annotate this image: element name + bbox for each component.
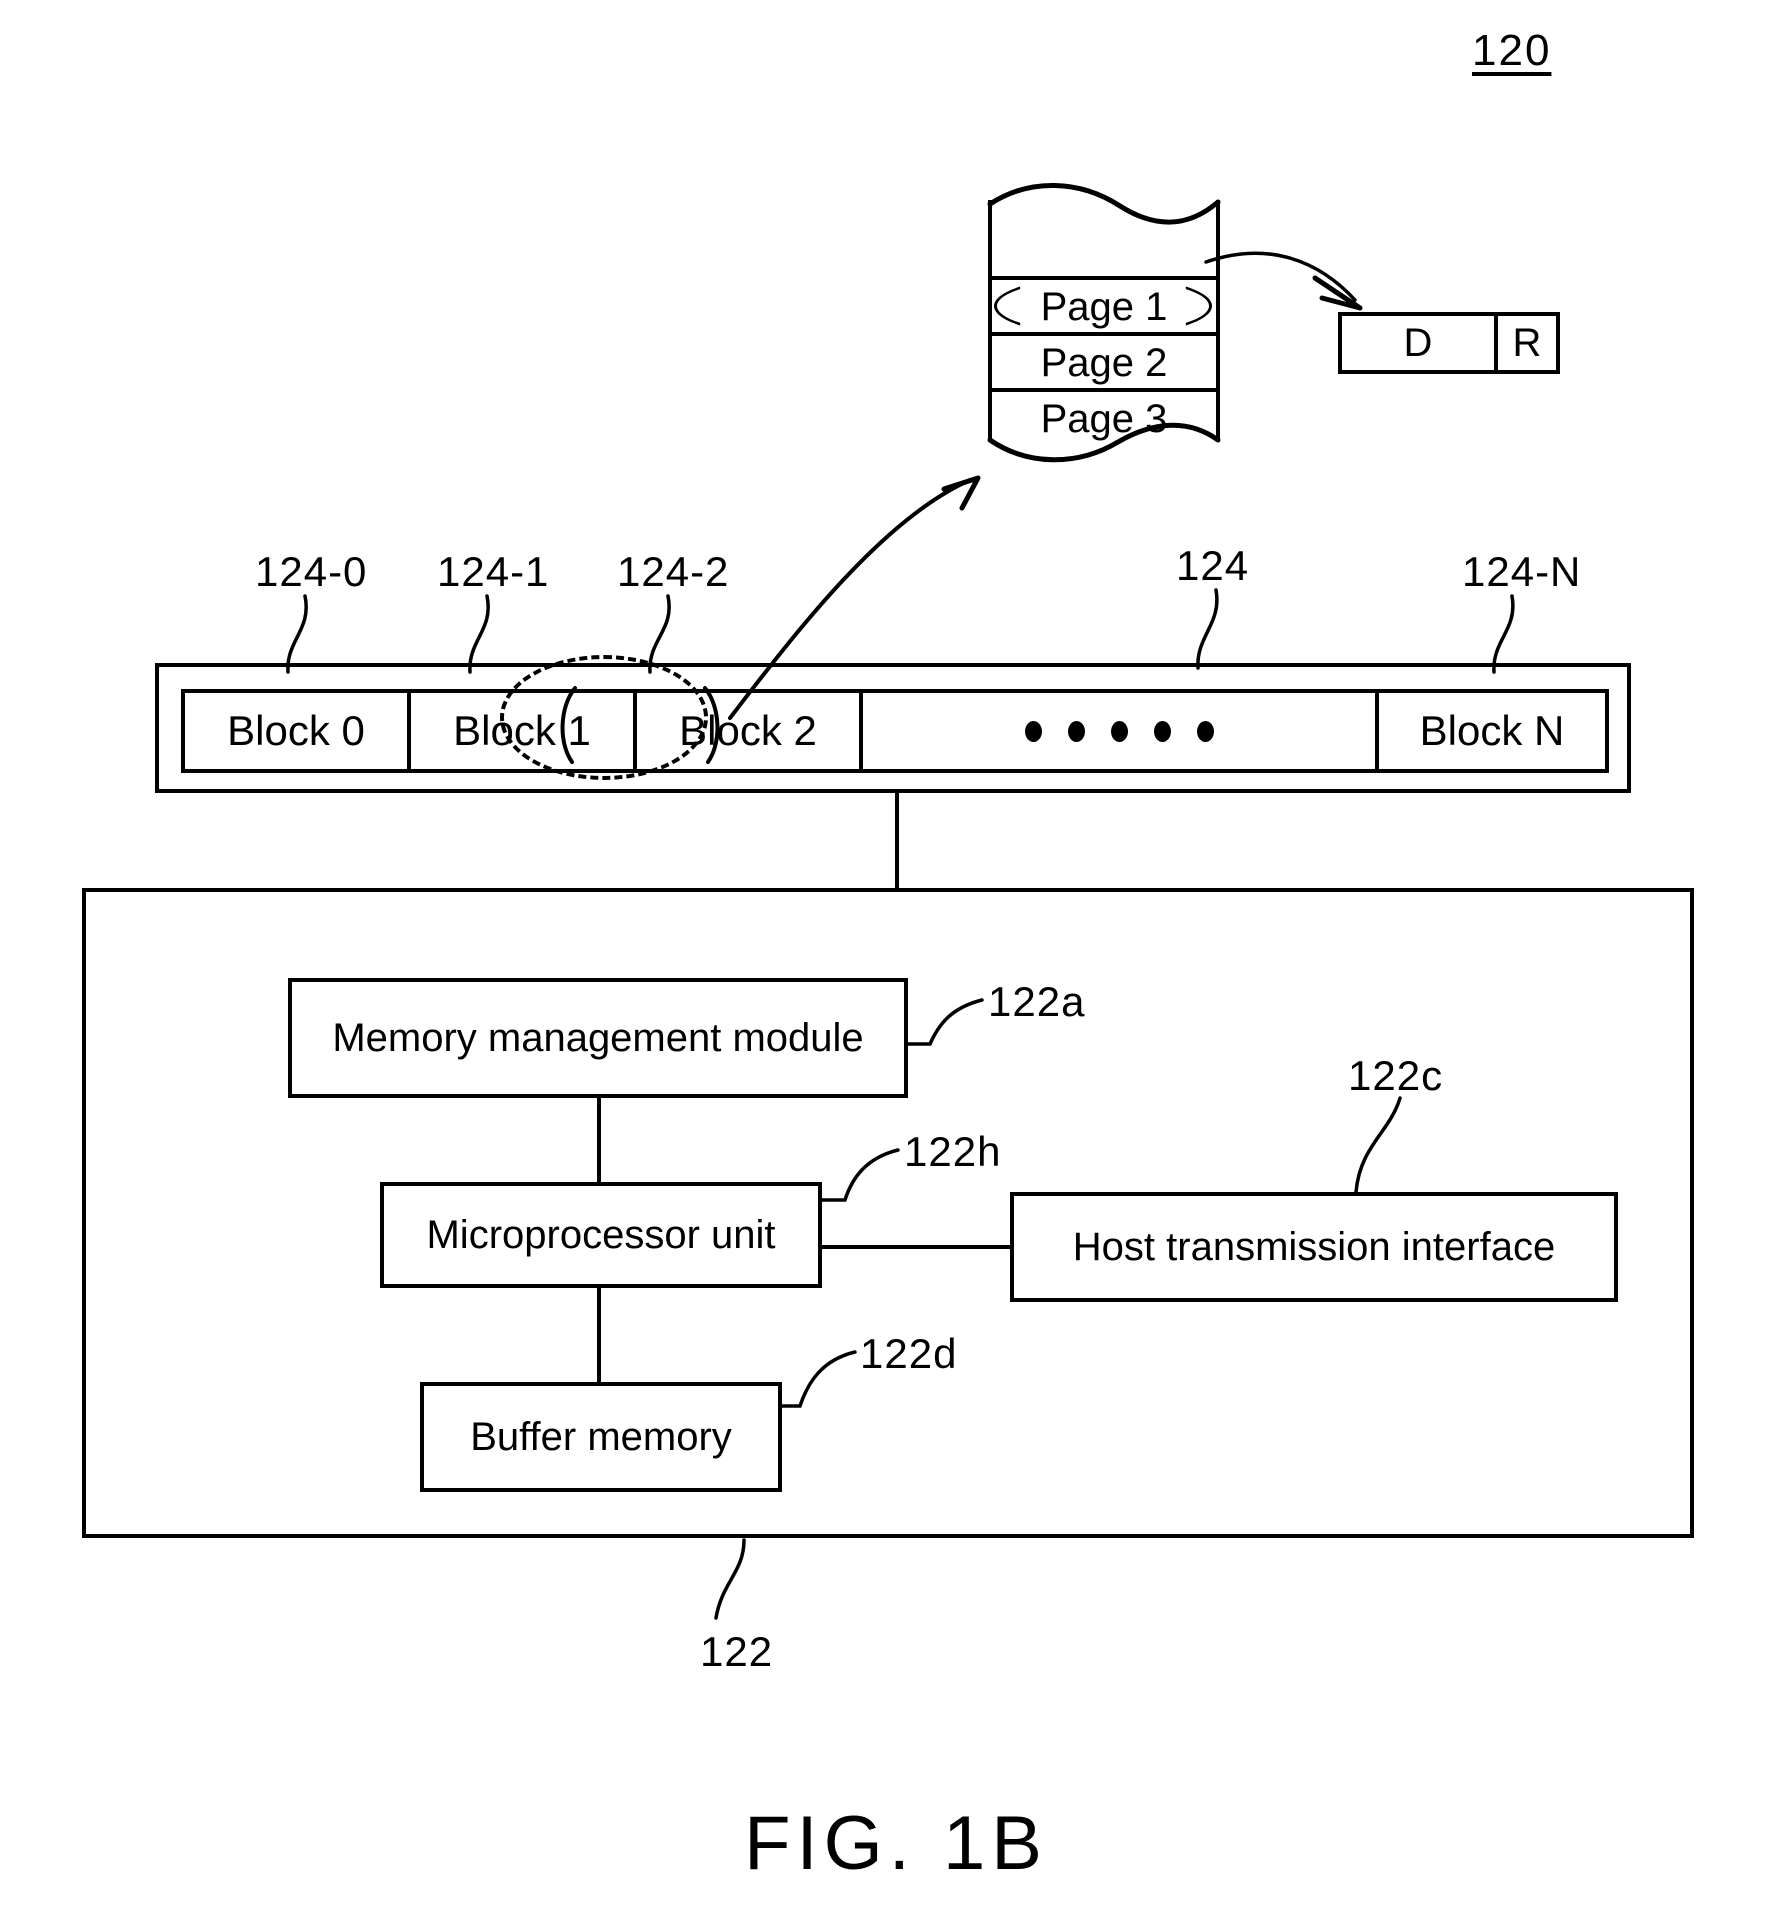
memory-management-module-box[interactable]: Memory management module <box>288 978 908 1098</box>
page-data-area: D <box>1342 316 1498 370</box>
leader-124-N <box>1492 594 1515 674</box>
microprocessor-unit-box[interactable]: Microprocessor unit <box>380 1182 822 1288</box>
host-transmission-interface-box[interactable]: Host transmission interface <box>1010 1192 1618 1302</box>
block-item-1-label: Block 1 <box>453 707 591 754</box>
page-row-2: Page 2 <box>988 332 1220 390</box>
patent-figure-1b: 120 Page 1 Page 2 Page 3 D R 124-0 124-1… <box>0 0 1792 1928</box>
block-item-0[interactable]: Block 0 <box>185 693 411 769</box>
block-0-reference: 124-0 <box>255 548 368 595</box>
memory-management-module-label: Memory management module <box>332 1015 864 1060</box>
leader-124-1 <box>468 594 490 674</box>
connector-mmm-to-mpu <box>597 1098 601 1182</box>
block-2-reference: 124-2 <box>617 548 730 595</box>
block2-to-pages-arrowhead <box>941 475 981 511</box>
page-row-2-label: Page 2 <box>1040 340 1168 385</box>
block-item-n-label: Block N <box>1419 707 1565 754</box>
leader-124-0 <box>286 594 308 674</box>
microprocessor-unit-reference: 122h <box>904 1128 1002 1175</box>
buffer-memory-label: Buffer memory <box>470 1414 732 1459</box>
host-transmission-interface-reference: 122c <box>1348 1052 1444 1099</box>
page-row-3: Page 3 <box>988 388 1220 446</box>
block-item-1[interactable]: Block 1 <box>411 693 637 769</box>
page-stack: Page 1 Page 2 Page 3 <box>988 200 1220 441</box>
page-row-3-label: Page 3 <box>1040 396 1168 441</box>
blocks-container-reference: 124 <box>1176 542 1250 589</box>
connector-mpu-to-buffer <box>597 1288 601 1382</box>
buffer-memory-reference: 122d <box>860 1330 958 1377</box>
page-redundancy-area: R <box>1512 320 1542 365</box>
memory-management-module-reference: 122a <box>988 978 1086 1025</box>
page-detail-box: D R <box>1338 312 1560 374</box>
page1-to-dr-arrow-curve <box>1204 251 1357 302</box>
connector-blocks-to-controller <box>895 793 899 888</box>
connector-mpu-to-host-interface <box>822 1245 1010 1249</box>
host-transmission-interface-label: Host transmission interface <box>1072 1224 1556 1269</box>
figure-caption: FIG. 1B <box>744 1801 1048 1886</box>
block-item-2-label: Block 2 <box>679 707 817 754</box>
memory-blocks-container: Block 0 Block 1 Block 2 Block N <box>155 663 1631 793</box>
buffer-memory-box[interactable]: Buffer memory <box>420 1382 782 1492</box>
page-row-1: Page 1 <box>988 276 1220 334</box>
memory-blocks-row: Block 0 Block 1 Block 2 Block N <box>181 689 1609 773</box>
block-n-reference: 124-N <box>1462 548 1582 595</box>
leader-124-2 <box>648 594 671 674</box>
ellipsis-dot <box>1153 720 1171 742</box>
block-item-n[interactable]: Block N <box>1379 693 1605 769</box>
ellipsis-dot <box>1024 720 1042 742</box>
leader-124-container <box>1196 588 1219 670</box>
ellipsis-dot <box>1110 720 1128 742</box>
block-item-2[interactable]: Block 2 <box>637 693 863 769</box>
page-row-1-label: Page 1 <box>1040 284 1168 329</box>
block-item-0-label: Block 0 <box>227 707 365 754</box>
microprocessor-unit-label: Microprocessor unit <box>426 1212 776 1257</box>
figure-top-reference: 120 <box>1472 26 1552 75</box>
ellipsis-dot <box>1067 720 1085 742</box>
leader-122-controller <box>714 1538 746 1620</box>
page1-to-dr-arrowhead <box>1312 275 1363 311</box>
block-1-reference: 124-1 <box>437 548 550 595</box>
block-ellipsis <box>863 693 1379 769</box>
block-ellipsis-dots <box>1024 720 1214 742</box>
ellipsis-dot <box>1196 720 1214 742</box>
controller-reference: 122 <box>700 1628 774 1675</box>
